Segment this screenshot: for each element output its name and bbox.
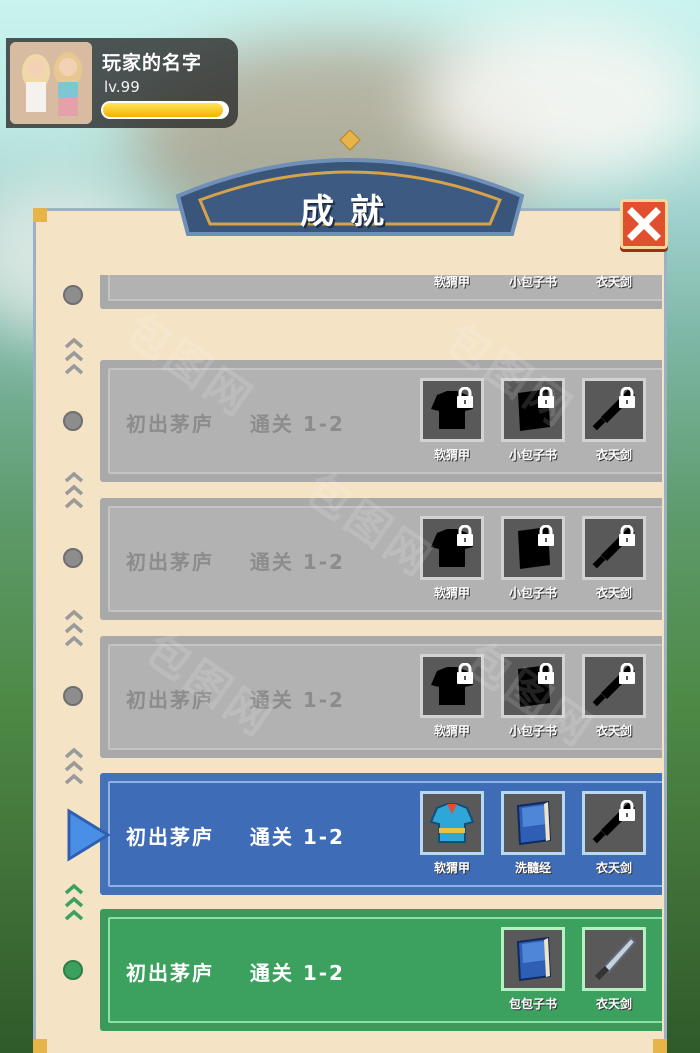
row-goal: 通关 1-2 — [249, 550, 345, 574]
title-banner: 成就 — [172, 129, 528, 238]
achievement-row[interactable]: 初出茅庐 通关 1-2软猬甲小包子书衣天剑 — [100, 275, 662, 309]
row-text: 初出茅庐 通关 1-2 — [126, 957, 345, 986]
reward-label: 衣天剑 — [595, 275, 632, 289]
lock-icon — [619, 800, 635, 821]
row-stage: 初出茅庐 — [126, 412, 214, 436]
reward-icon — [582, 378, 646, 442]
row-stage: 初出茅庐 — [126, 550, 214, 574]
reward-icon — [420, 791, 484, 855]
chevron-up-icon — [63, 471, 85, 519]
reward-label: 软猬甲 — [433, 724, 470, 738]
reward-icon — [501, 927, 565, 991]
reward-icon — [582, 654, 646, 718]
lock-icon — [457, 525, 473, 546]
xp-bar — [101, 101, 229, 119]
reward-label: 衣天剑 — [595, 861, 632, 875]
row-text: 初出茅庐 通关 1-2 — [126, 684, 345, 713]
reward-item[interactable]: 小包子书 — [501, 378, 565, 462]
chevron-up-icon — [63, 337, 85, 385]
achievement-row[interactable]: 初出茅庐 通关 1-2 软猬甲 小包子书 衣天剑 — [100, 498, 662, 620]
chevron-up-icon — [63, 747, 85, 795]
avatar[interactable] — [10, 42, 92, 124]
close-icon — [627, 207, 661, 241]
xp-bar-fill — [103, 103, 224, 117]
progress-dot — [63, 686, 83, 706]
reward-icon — [582, 927, 646, 991]
reward-icon — [420, 378, 484, 442]
row-goal: 通关 1-2 — [249, 825, 345, 849]
reward-label: 软猬甲 — [433, 448, 470, 462]
reward-item[interactable]: 衣天剑 — [582, 791, 646, 875]
row-stage: 初出茅庐 — [126, 688, 214, 712]
reward-item[interactable]: 包包子书 — [501, 927, 565, 1011]
reward-label: 小包子书 — [508, 586, 557, 600]
player-card[interactable]: 玩家的名字 lv.99 — [6, 38, 238, 128]
panel-corner — [33, 208, 47, 222]
player-level: lv.99 — [104, 78, 140, 96]
chevron-up-icon — [63, 609, 85, 657]
progress-dot — [63, 960, 83, 980]
achievement-row[interactable]: 初出茅庐 通关 1-2 包包子书 衣天剑 — [100, 909, 662, 1031]
reward-item[interactable]: 软猬甲 — [420, 378, 484, 462]
reward-icon — [501, 378, 565, 442]
row-text: 初出茅庐 通关 1-2 — [126, 408, 345, 437]
reward-label: 衣天剑 — [595, 724, 632, 738]
reward-icon — [420, 516, 484, 580]
reward-item[interactable]: 衣天剑 — [582, 927, 646, 1011]
reward-item[interactable]: 软猬甲 — [420, 654, 484, 738]
reward-icon — [501, 516, 565, 580]
chevron-up-icon — [63, 883, 85, 931]
reward-item[interactable]: 软猬甲 — [420, 791, 484, 875]
player-name: 玩家的名字 — [102, 52, 203, 74]
row-goal: 通关 1-2 — [249, 688, 345, 712]
reward-item[interactable]: 洗髓经 — [501, 791, 565, 875]
reward-item[interactable]: 小包子书 — [501, 654, 565, 738]
panel-title: 成就 — [300, 192, 400, 232]
reward-label: 软猬甲 — [433, 275, 470, 289]
reward-item[interactable]: 衣天剑 — [582, 378, 646, 462]
row-goal: 通关 1-2 — [249, 961, 345, 985]
lock-icon — [538, 525, 554, 546]
progress-dot — [63, 285, 83, 305]
progress-dot — [63, 411, 83, 431]
reward-item[interactable]: 小包子书 — [501, 516, 565, 600]
reward-icon — [582, 791, 646, 855]
achievement-list[interactable]: 初出茅庐 通关 1-2软猬甲小包子书衣天剑初出茅庐 通关 1-2软猬甲小包子书衣… — [40, 275, 662, 1053]
row-text: 初出茅庐 通关 1-2 — [126, 546, 345, 575]
lock-icon — [538, 663, 554, 684]
reward-icon — [582, 516, 646, 580]
current-pointer-icon — [66, 808, 112, 862]
row-goal: 通关 1-2 — [249, 412, 345, 436]
reward-label: 软猬甲 — [433, 861, 470, 875]
lock-icon — [619, 525, 635, 546]
achievement-row[interactable]: 初出茅庐 通关 1-2 软猬甲 小包子书 衣天剑 — [100, 636, 662, 758]
reward-icon — [420, 654, 484, 718]
row-text: 初出茅庐 通关 1-2 — [126, 821, 345, 850]
achievement-row[interactable]: 初出茅庐 通关 1-2 软猬甲 小包子书 衣天剑 — [100, 360, 662, 482]
reward-item[interactable]: 软猬甲 — [420, 516, 484, 600]
row-stage: 初出茅庐 — [126, 961, 214, 985]
reward-icon — [501, 654, 565, 718]
reward-label: 小包子书 — [508, 448, 557, 462]
lock-icon — [538, 387, 554, 408]
achievement-row[interactable]: 初出茅庐 通关 1-2 软猬甲 洗髓经 衣天剑 — [100, 773, 662, 895]
row-stage: 初出茅庐 — [126, 825, 214, 849]
reward-label: 小包子书 — [508, 275, 557, 289]
reward-label: 衣天剑 — [595, 997, 632, 1011]
close-button[interactable] — [620, 199, 668, 249]
reward-item[interactable]: 衣天剑 — [582, 654, 646, 738]
reward-label: 软猬甲 — [433, 586, 470, 600]
reward-item[interactable]: 衣天剑 — [582, 516, 646, 600]
reward-label: 衣天剑 — [595, 448, 632, 462]
reward-label: 包包子书 — [508, 997, 557, 1011]
lock-icon — [619, 663, 635, 684]
progress-dot — [63, 548, 83, 568]
lock-icon — [457, 387, 473, 408]
lock-icon — [457, 663, 473, 684]
reward-icon — [501, 791, 565, 855]
lock-icon — [619, 387, 635, 408]
reward-label: 洗髓经 — [514, 861, 551, 875]
reward-label: 衣天剑 — [595, 586, 632, 600]
reward-label: 小包子书 — [508, 724, 557, 738]
